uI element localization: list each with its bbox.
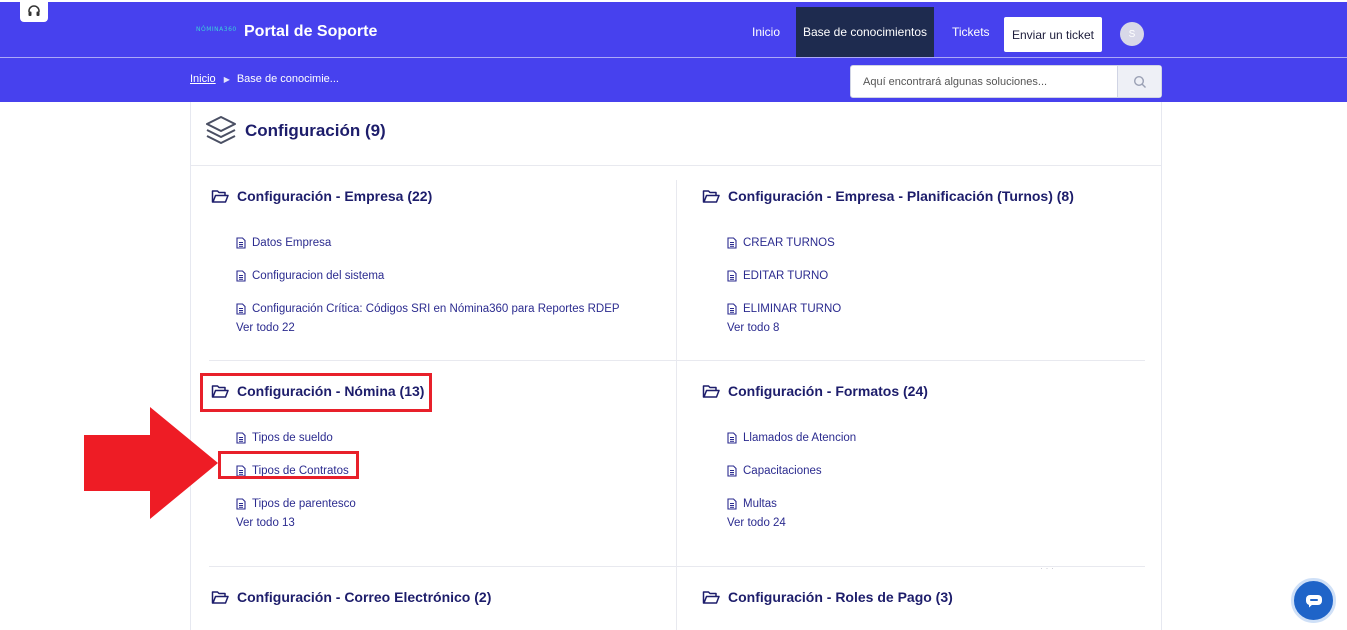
- folder-section: Configuración - Formatos (24) Llamados d…: [702, 380, 1142, 529]
- search-input[interactable]: [851, 66, 1117, 97]
- document-icon: [236, 236, 246, 249]
- document-icon: [727, 269, 737, 282]
- article-link[interactable]: Configuración Crítica: Códigos SRI en Nó…: [252, 303, 620, 315]
- folder-icon: [211, 590, 229, 604]
- see-all-link[interactable]: Ver todo 22: [236, 322, 651, 334]
- article-link[interactable]: CREAR TURNOS: [743, 237, 835, 249]
- category-title: Configuración (9): [245, 121, 386, 140]
- folder-icon: [702, 384, 720, 398]
- portal-title[interactable]: Portal de Soporte: [244, 23, 377, 41]
- see-all-link[interactable]: Ver todo 13: [236, 517, 651, 529]
- article-link[interactable]: Tipos de sueldo: [252, 432, 333, 444]
- red-arrow-icon: [84, 407, 218, 519]
- document-icon: [727, 236, 737, 249]
- faint-overlay-text: · · ·: [1040, 563, 1054, 573]
- article-item[interactable]: Tipos de parentesco: [236, 487, 651, 520]
- column-divider: [676, 180, 677, 630]
- document-icon: [236, 269, 246, 282]
- folder-icon: [702, 189, 720, 203]
- article-link[interactable]: Capacitaciones: [743, 465, 822, 477]
- breadcrumb-separator-icon: ▶: [223, 74, 230, 84]
- breadcrumb-home-link[interactable]: Inicio: [190, 73, 216, 85]
- folder-section: Configuración - Empresa - Planificación …: [702, 185, 1142, 334]
- submit-ticket-button[interactable]: Enviar un ticket: [1004, 17, 1102, 52]
- folder-icon: [211, 189, 229, 203]
- breadcrumb: Inicio ▶ Base de conocimie...: [190, 73, 339, 85]
- search-bar: [850, 65, 1162, 98]
- folder-title-link[interactable]: Configuración - Empresa (22): [237, 188, 432, 204]
- folder-section: Configuración - Roles de Pago (3): [702, 586, 1142, 608]
- highlight-box-article: [218, 451, 359, 479]
- folder-icon: [702, 590, 720, 604]
- document-icon: [727, 497, 737, 510]
- article-item[interactable]: Tipos de sueldo: [236, 421, 651, 454]
- chat-icon: [1305, 594, 1322, 607]
- article-item[interactable]: EDITAR TURNO: [727, 259, 1142, 292]
- layers-icon: [206, 116, 236, 144]
- article-link[interactable]: Llamados de Atencion: [743, 432, 856, 444]
- article-item[interactable]: Configuración Crítica: Códigos SRI en Nó…: [236, 292, 651, 325]
- article-item[interactable]: Capacitaciones: [727, 454, 1142, 487]
- document-icon: [727, 431, 737, 444]
- article-link[interactable]: Configuracion del sistema: [252, 270, 384, 282]
- article-item[interactable]: ELIMINAR TURNO: [727, 292, 1142, 325]
- see-all-link[interactable]: Ver todo 8: [727, 322, 1142, 334]
- search-button[interactable]: [1117, 66, 1161, 97]
- folder-title-link[interactable]: Configuración - Formatos (24): [728, 383, 928, 399]
- site-header: NÓMINA360 Portal de Soporte Inicio Base …: [0, 0, 1347, 102]
- article-link[interactable]: ELIMINAR TURNO: [743, 303, 841, 315]
- nav-home[interactable]: Inicio: [752, 7, 780, 57]
- top-navigation-bar: NÓMINA360 Portal de Soporte Inicio Base …: [0, 4, 1347, 58]
- row-divider: [209, 360, 1145, 361]
- nav-knowledge-base[interactable]: Base de conocimientos: [796, 7, 934, 57]
- folder-title-link[interactable]: Configuración - Correo Electrónico (2): [237, 589, 491, 605]
- document-icon: [727, 302, 737, 315]
- highlight-box-folder: [200, 373, 432, 412]
- article-item[interactable]: Datos Empresa: [236, 226, 651, 259]
- search-icon: [1133, 75, 1146, 88]
- chat-widget-button[interactable]: [1291, 578, 1336, 623]
- nav-tickets[interactable]: Tickets: [952, 7, 990, 57]
- document-icon: [236, 431, 246, 444]
- row-divider: [209, 566, 1145, 567]
- article-item[interactable]: CREAR TURNOS: [727, 226, 1142, 259]
- document-icon: [727, 464, 737, 477]
- avatar[interactable]: S: [1120, 22, 1144, 46]
- headset-icon[interactable]: [20, 0, 48, 22]
- article-link[interactable]: Datos Empresa: [252, 237, 331, 249]
- document-icon: [236, 302, 246, 315]
- breadcrumb-current: Base de conocimie...: [236, 73, 339, 85]
- folder-title-link[interactable]: Configuración - Roles de Pago (3): [728, 589, 953, 605]
- article-link[interactable]: EDITAR TURNO: [743, 270, 828, 282]
- document-icon: [236, 497, 246, 510]
- see-all-link[interactable]: Ver todo 24: [727, 517, 1142, 529]
- article-link[interactable]: Tipos de parentesco: [252, 498, 356, 510]
- folder-title-link[interactable]: Configuración - Empresa - Planificación …: [728, 188, 1074, 204]
- category-header: Configuración (9): [191, 102, 1161, 166]
- article-link[interactable]: Multas: [743, 498, 777, 510]
- logo[interactable]: NÓMINA360: [196, 26, 236, 36]
- folder-section: Configuración - Correo Electrónico (2): [211, 586, 651, 608]
- article-item[interactable]: Multas: [727, 487, 1142, 520]
- folder-section: Configuración - Empresa (22) Datos Empre…: [211, 185, 651, 334]
- category-card: Configuración (9) Configuración - Empres…: [190, 102, 1162, 630]
- article-item[interactable]: Llamados de Atencion: [727, 421, 1142, 454]
- article-item[interactable]: Configuracion del sistema: [236, 259, 651, 292]
